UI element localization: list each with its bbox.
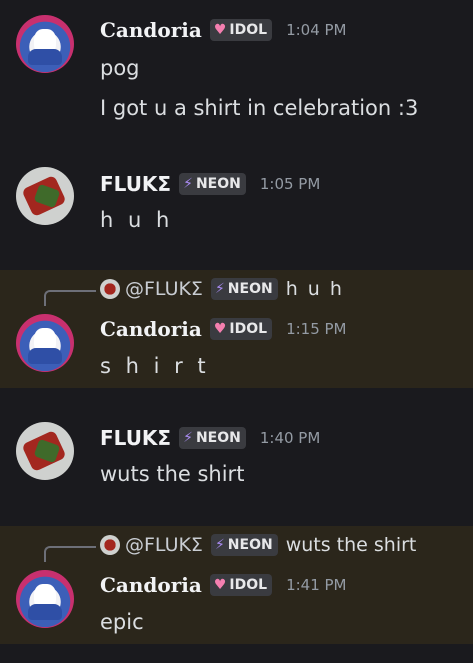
reply-avatar <box>100 279 120 299</box>
message-1: Candoria ♥ IDOL 1:04 PM pog I got u a shi… <box>0 0 473 150</box>
username[interactable]: Candoria <box>100 573 202 597</box>
lightning-icon: ⚡ <box>183 430 193 446</box>
message-2: FLUKΣ ⚡ NEON 1:05 PM h u h <box>0 150 473 270</box>
reply-preview[interactable]: @FLUKΣ ⚡ NEON wuts the shirt <box>100 534 416 556</box>
reply-mention[interactable]: @FLUKΣ <box>125 534 203 556</box>
avatar[interactable] <box>16 167 74 225</box>
lightning-icon: ⚡ <box>214 281 225 297</box>
message-header: Candoria ♥ IDOL 1:04 PM <box>100 18 347 42</box>
username[interactable]: FLUKΣ <box>100 172 171 196</box>
message-text: pog <box>100 56 140 80</box>
reply-text[interactable]: h u h <box>286 278 344 300</box>
role-badge[interactable]: ♥ IDOL <box>209 19 273 41</box>
reply-spine <box>44 290 96 306</box>
timestamp: 1:40 PM <box>259 429 321 447</box>
reply-avatar <box>100 535 120 555</box>
avatar[interactable] <box>16 314 74 372</box>
reply-spine <box>44 546 96 562</box>
reply-preview[interactable]: @FLUKΣ ⚡ NEON h u h <box>100 278 344 300</box>
timestamp: 1:41 PM <box>286 576 347 594</box>
timestamp: 1:04 PM <box>286 21 347 39</box>
heart-icon: ♥ <box>213 321 227 337</box>
reply-text[interactable]: wuts the shirt <box>286 534 417 556</box>
message-5: @FLUKΣ ⚡ NEON wuts the shirt Candoria ♥ ID… <box>0 526 473 644</box>
message-4: FLUKΣ ⚡ NEON 1:40 PM wuts the shirt <box>0 388 473 526</box>
message-3: @FLUKΣ ⚡ NEON h u h Candoria ♥ IDOL 1:15 P… <box>0 270 473 388</box>
message-header: FLUKΣ ⚡ NEON 1:40 PM <box>100 426 320 450</box>
heart-icon: ♥ <box>213 577 227 593</box>
avatar[interactable] <box>16 15 74 73</box>
timestamp: 1:05 PM <box>259 175 321 193</box>
username[interactable]: FLUKΣ <box>100 426 171 450</box>
role-badge: ⚡ NEON <box>210 278 278 300</box>
role-badge: ⚡ NEON <box>210 534 278 556</box>
username[interactable]: Candoria <box>100 317 202 341</box>
lightning-icon: ⚡ <box>214 537 225 553</box>
avatar[interactable] <box>16 422 74 480</box>
reply-mention[interactable]: @FLUKΣ <box>125 278 203 300</box>
heart-icon: ♥ <box>213 22 227 38</box>
timestamp: 1:15 PM <box>286 320 347 338</box>
message-text: I got u a shirt in celebration :3 <box>100 96 419 120</box>
role-badge[interactable]: ♥ IDOL <box>209 318 273 340</box>
message-text: wuts the shirt <box>100 462 245 486</box>
message-text: s h i r t <box>100 354 210 378</box>
message-header: Candoria ♥ IDOL 1:15 PM <box>100 317 347 341</box>
role-badge[interactable]: ⚡ NEON <box>179 427 246 449</box>
message-header: FLUKΣ ⚡ NEON 1:05 PM <box>100 172 320 196</box>
lightning-icon: ⚡ <box>183 176 193 192</box>
message-text: epic <box>100 610 144 634</box>
message-header: Candoria ♥ IDOL 1:41 PM <box>100 573 347 597</box>
role-badge[interactable]: ⚡ NEON <box>179 173 246 195</box>
username[interactable]: Candoria <box>100 18 202 42</box>
message-text: h u h <box>100 208 174 232</box>
avatar[interactable] <box>16 570 74 628</box>
role-badge[interactable]: ♥ IDOL <box>209 574 273 596</box>
